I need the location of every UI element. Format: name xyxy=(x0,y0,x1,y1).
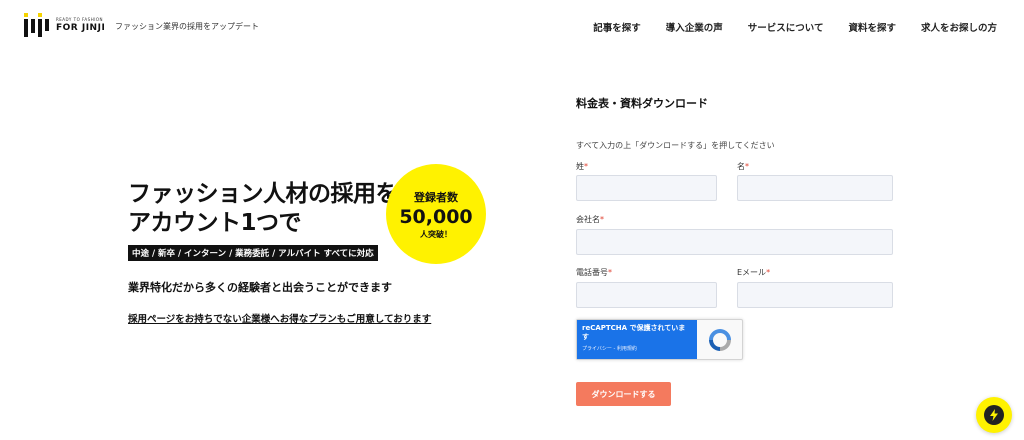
email-field[interactable] xyxy=(737,282,893,308)
recaptcha-widget[interactable]: reCAPTCHA で保護されています プライバシー - 利用規約 xyxy=(576,319,743,360)
badge-label: 登録者数 xyxy=(414,190,458,204)
email-label: Eメール* xyxy=(737,268,771,277)
last-name-label: 姓* xyxy=(576,162,588,171)
site-tagline: ファッション業界の採用をアップデート xyxy=(115,22,259,31)
nav-item-services[interactable]: サービスについて xyxy=(748,20,824,34)
chat-launcher-button[interactable] xyxy=(976,397,1012,433)
company-label: 会社名* xyxy=(576,215,604,224)
recaptcha-icon xyxy=(709,329,731,351)
logo-mark-icon xyxy=(24,13,50,37)
logo-big-text: FOR JINJI xyxy=(56,22,106,33)
recaptcha-text: reCAPTCHA で保護されています xyxy=(582,324,686,341)
badge-suffix: 人突破！ xyxy=(420,229,452,239)
lightning-icon xyxy=(984,405,1004,425)
form-instruction: すべて入力の上「ダウンロードする」を押してください xyxy=(576,141,775,150)
last-name-field[interactable] xyxy=(576,175,717,201)
nav-item-articles[interactable]: 記事を探す xyxy=(593,20,641,34)
hero-title-line2: アカウント1つで xyxy=(128,210,302,236)
employment-types-strip: 中途 / 新卒 / インターン / 業務委託 / アルバイト すべてに対応 xyxy=(128,245,378,261)
first-name-label: 名* xyxy=(737,162,749,171)
site-logo[interactable]: READY TO FASHION FOR JINJI xyxy=(24,13,105,37)
nav-item-job-seekers[interactable]: 求人をお探しの方 xyxy=(921,20,997,34)
phone-label: 電話番号* xyxy=(576,268,612,277)
company-field[interactable] xyxy=(576,229,893,255)
plan-link[interactable]: 採用ページをお持ちでない企業様へお得なプランもご用意しております xyxy=(128,311,431,325)
site-header: READY TO FASHION FOR JINJI ファッション業界の採用をア… xyxy=(0,0,1024,52)
first-name-field[interactable] xyxy=(737,175,893,201)
phone-field[interactable] xyxy=(576,282,717,308)
hero-title: ファッション人材の採用を アカウント1つで xyxy=(128,180,399,238)
hero-subtitle: 業界特化だから多くの経験者と出会うことができます xyxy=(128,281,392,294)
nav-item-case-studies[interactable]: 導入企業の声 xyxy=(666,20,723,34)
hero-title-line1: ファッション人材の採用を xyxy=(128,181,399,207)
main-nav: 記事を探す 導入企業の声 サービスについて 資料を探す 求人をお探しの方 xyxy=(568,20,997,34)
recaptcha-links[interactable]: プライバシー - 利用規約 xyxy=(582,345,692,352)
badge-count: 50,000 xyxy=(399,205,473,228)
registrants-badge: 登録者数 50,000 人突破！ xyxy=(386,164,486,264)
form-title: 料金表・資料ダウンロード xyxy=(576,97,708,110)
download-button[interactable]: ダウンロードする xyxy=(576,382,671,406)
nav-item-documents[interactable]: 資料を探す xyxy=(848,20,896,34)
